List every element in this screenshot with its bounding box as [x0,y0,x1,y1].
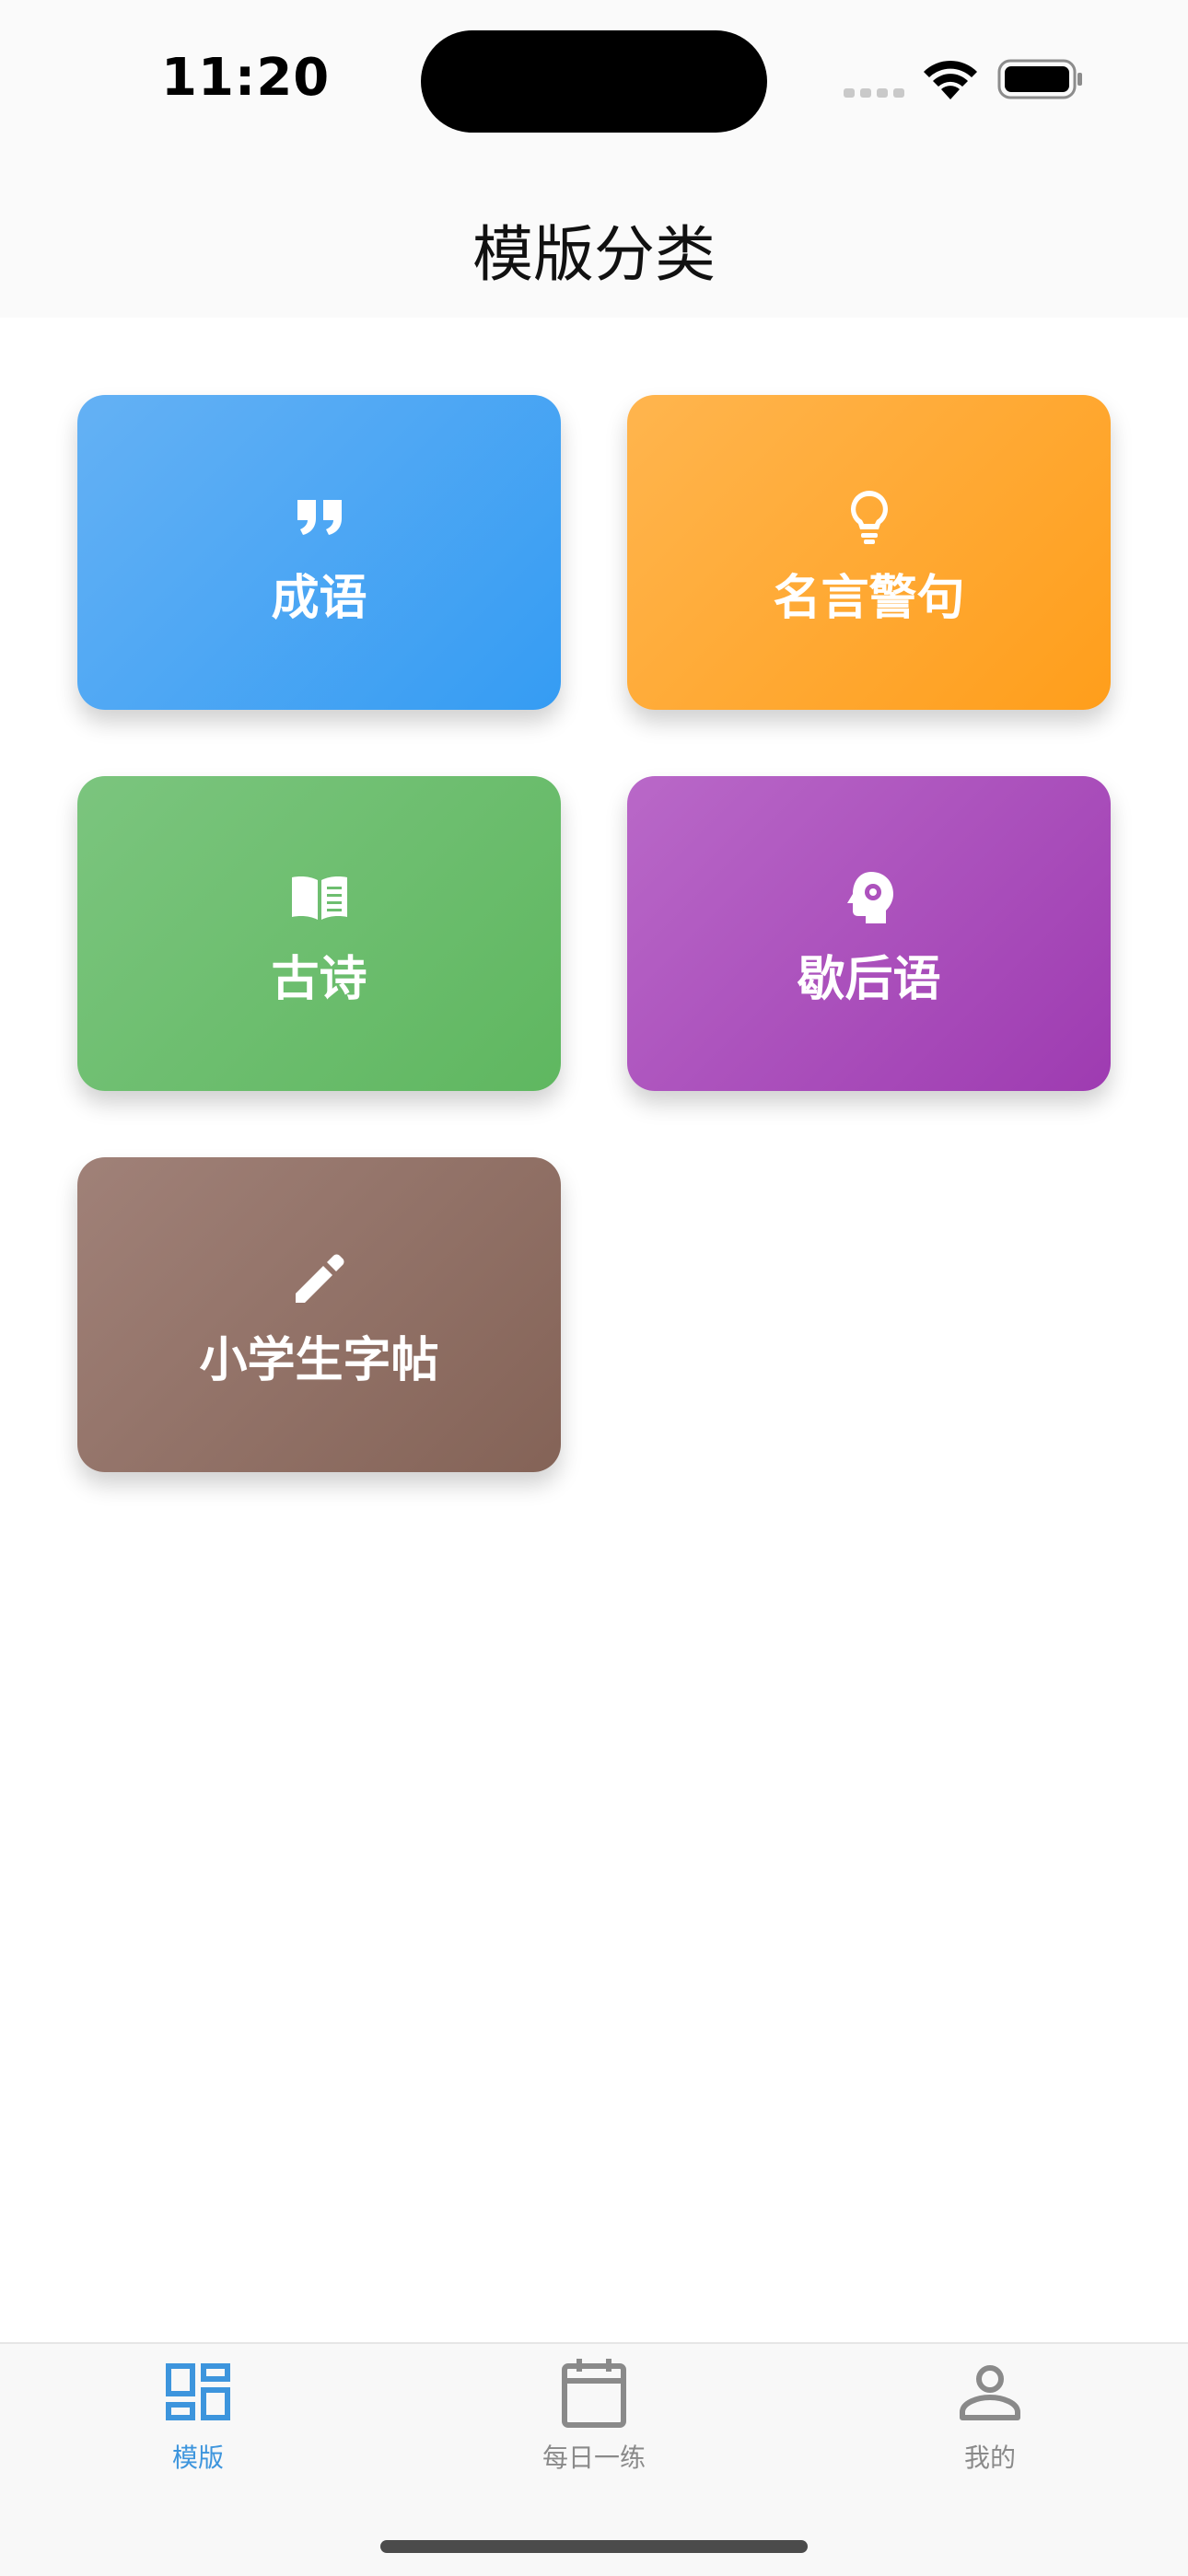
tab-label: 每日一练 [542,2443,646,2473]
battery-icon [997,59,1082,99]
category-label: 歇后语 [797,952,941,1007]
category-label: 古诗 [271,952,367,1007]
pencil-icon [295,1254,344,1303]
category-label: 名言警句 [773,571,965,626]
category-label: 小学生字帖 [199,1333,439,1388]
page-title: 模版分类 [472,219,716,290]
status-time: 11:20 [161,48,331,108]
dashboard-icon [166,2363,230,2420]
book-icon [291,876,347,920]
category-card-copybook[interactable]: 小学生字帖 [77,1157,561,1472]
tab-daily-practice[interactable]: 每日一练 [396,2344,792,2510]
status-bar: 11:20 [0,0,1188,161]
navigation-bar: 模版分类 [0,161,1188,318]
category-card-quotes[interactable]: 名言警句 [627,395,1111,710]
wifi-icon [924,60,977,99]
tab-label: 我的 [963,2443,1016,2473]
tab-templates[interactable]: 模版 [0,2344,396,2510]
person-icon [960,2365,1020,2420]
quote-icon [297,500,342,535]
category-card-poems[interactable]: 古诗 [77,776,561,1091]
dynamic-island [421,30,767,133]
tab-mine[interactable]: 我的 [792,2344,1188,2510]
category-card-xiehouyu[interactable]: 歇后语 [627,776,1111,1091]
category-card-idioms[interactable]: 成语 [77,395,561,710]
lightbulb-icon [850,491,888,544]
cellular-signal-icon [844,88,904,98]
tab-label: 模版 [171,2443,224,2473]
head-gear-icon [846,872,893,923]
home-indicator[interactable] [380,2540,808,2553]
calendar-icon [562,2359,626,2428]
category-label: 成语 [271,571,367,626]
